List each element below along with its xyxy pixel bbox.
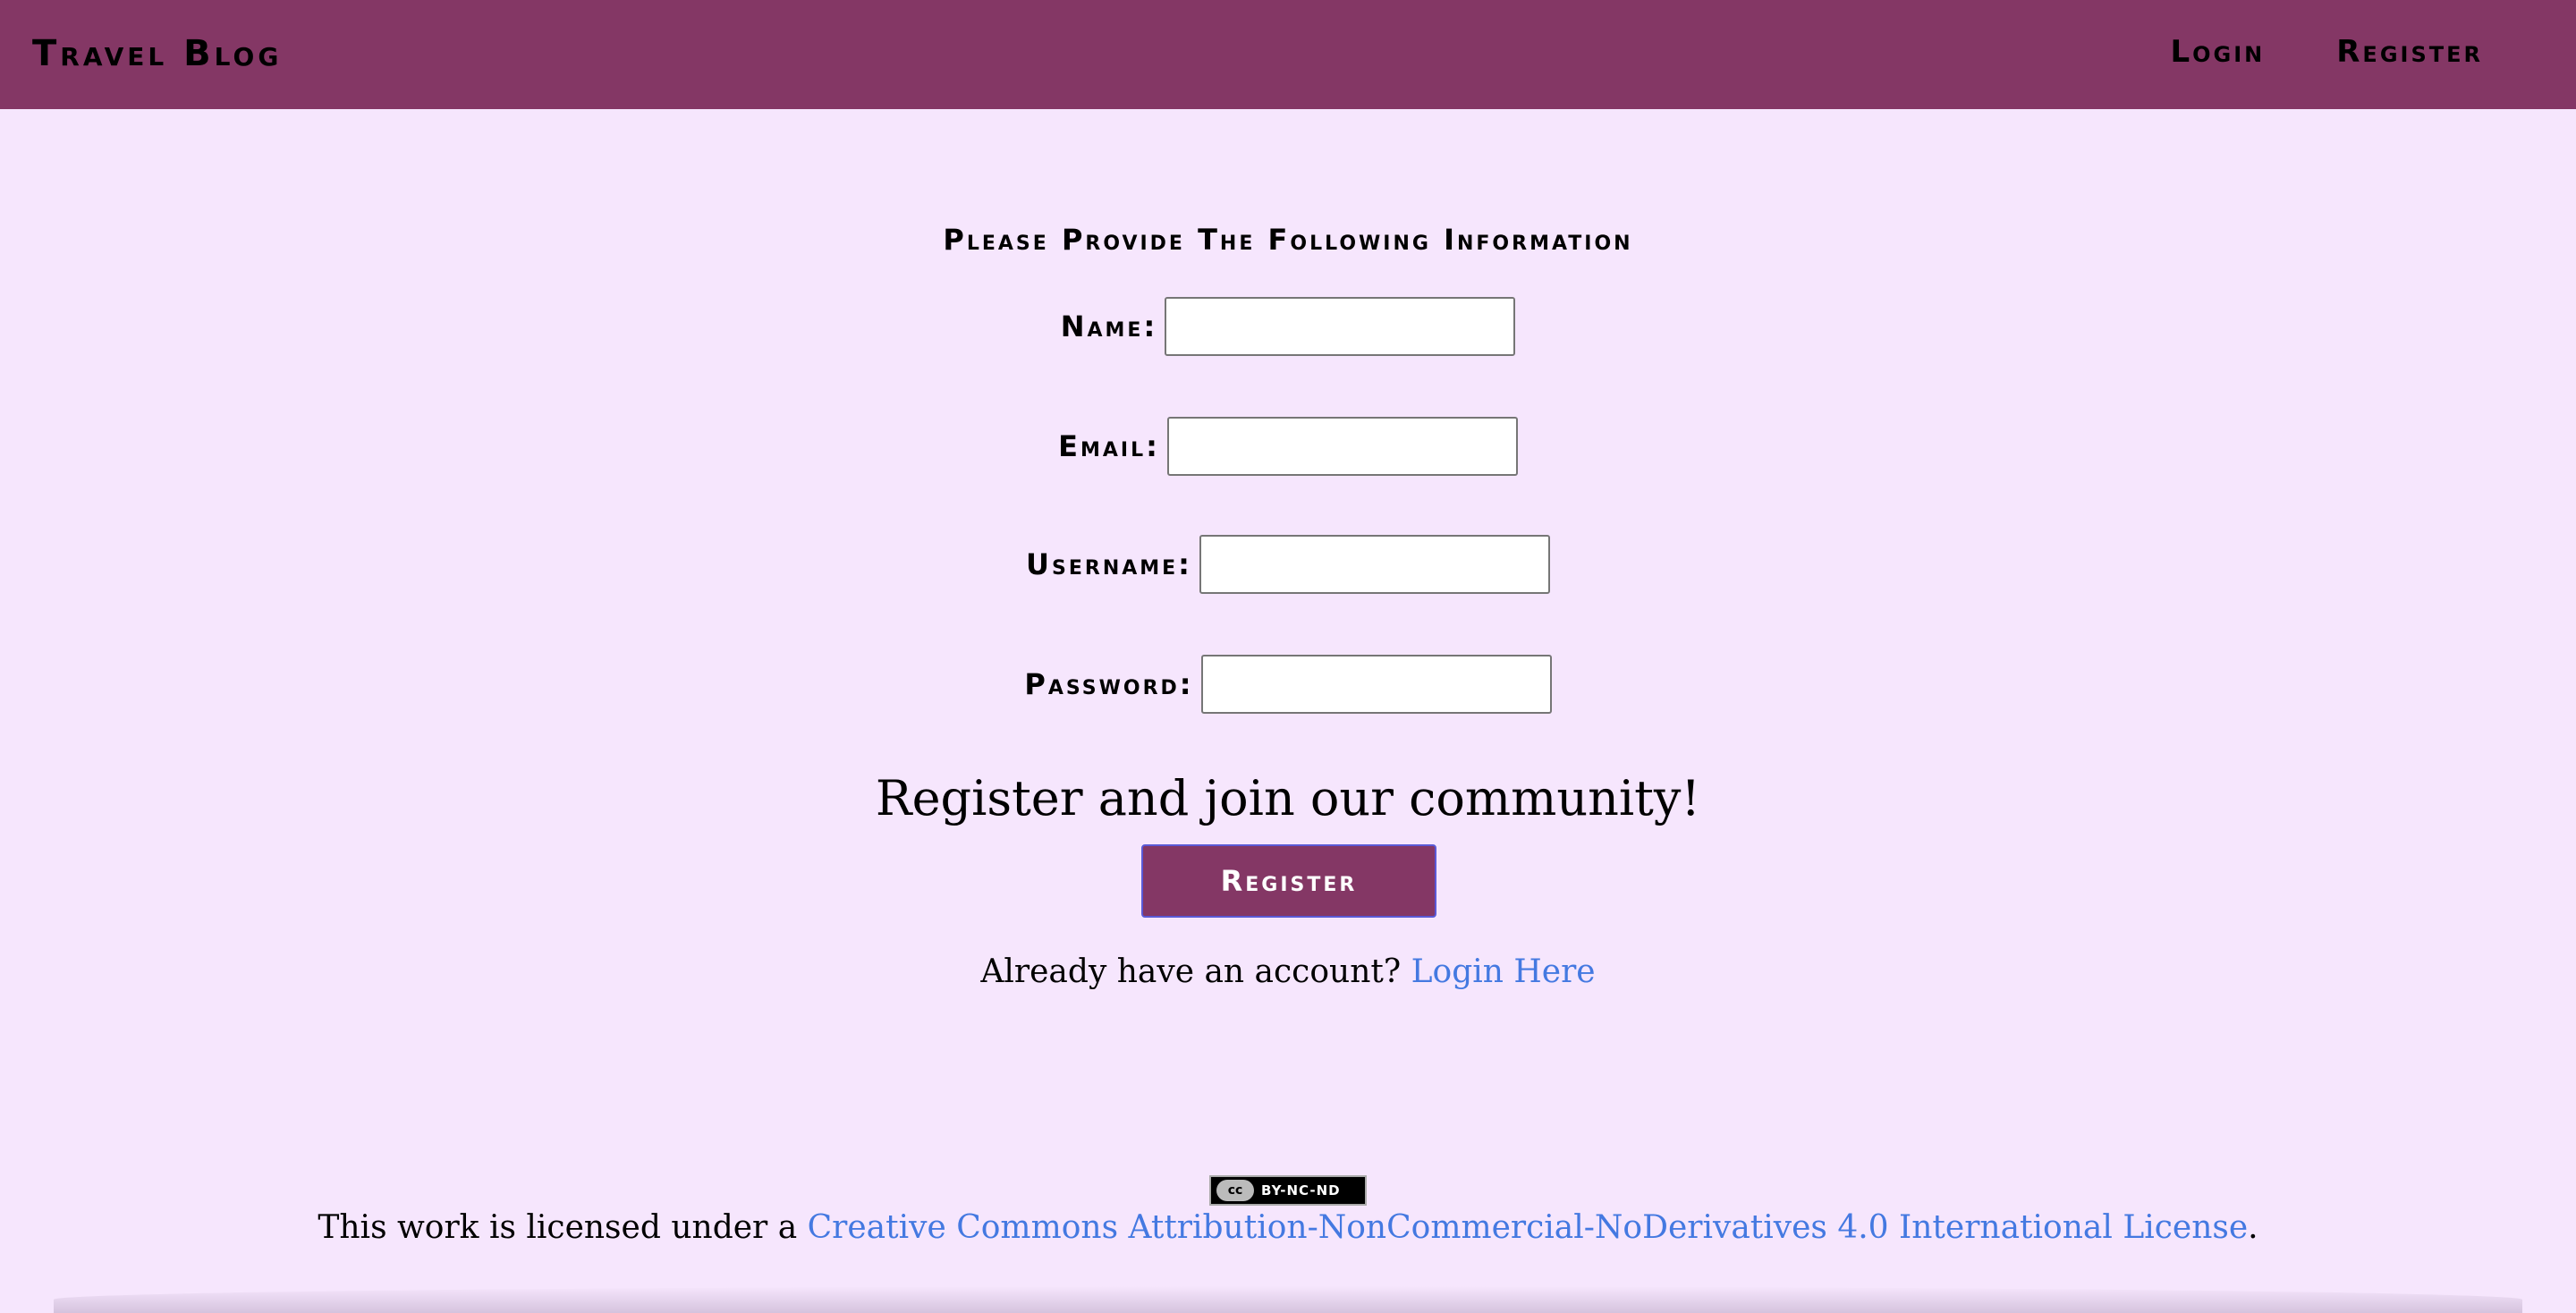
cc-logo-icon: cc [1216, 1180, 1254, 1201]
password-label: Password: [1024, 667, 1194, 701]
nav-register-link[interactable]: Register [2336, 34, 2483, 70]
password-field-row: Password: [0, 655, 2576, 714]
cc-license-icon[interactable]: cc BY-NC-ND [1209, 1175, 1367, 1206]
password-input[interactable] [1200, 655, 1552, 714]
username-label: Username: [1026, 547, 1192, 581]
brand-logo-link[interactable]: Travel Blog [32, 34, 282, 73]
email-field-row: Email: [0, 417, 2576, 476]
username-input[interactable] [1199, 535, 1550, 594]
form-heading: Please Provide The Following Information [943, 223, 1633, 257]
email-label: Email: [1058, 429, 1160, 463]
email-input[interactable] [1166, 417, 1518, 476]
cc-badge-text: BY-NC-ND [1261, 1182, 1341, 1199]
name-label: Name: [1060, 309, 1158, 343]
username-field-row: Username: [0, 535, 2576, 594]
license-prefix: This work is licensed under a [318, 1209, 798, 1246]
login-prompt-text: Already have an account? [980, 953, 1402, 990]
nav-login-link[interactable]: Login [2170, 34, 2265, 70]
bottom-shadow [54, 1286, 2522, 1313]
register-submit-button[interactable]: Register [1141, 844, 1436, 918]
register-tagline: Register and join our community! [875, 770, 1701, 826]
license-link[interactable]: Creative Commons Attribution-NonCommerci… [808, 1209, 2249, 1246]
license-text: This work is licensed under a Creative C… [0, 1207, 2576, 1249]
name-input[interactable] [1165, 297, 1516, 356]
top-navbar: Travel Blog Login Register [0, 0, 2576, 109]
login-here-link[interactable]: Login Here [1411, 953, 1596, 990]
nav-links: Login Register [2170, 34, 2483, 70]
license-suffix: . [2248, 1209, 2258, 1246]
login-prompt: Already have an account? Login Here [0, 952, 2576, 993]
name-field-row: Name: [0, 297, 2576, 356]
